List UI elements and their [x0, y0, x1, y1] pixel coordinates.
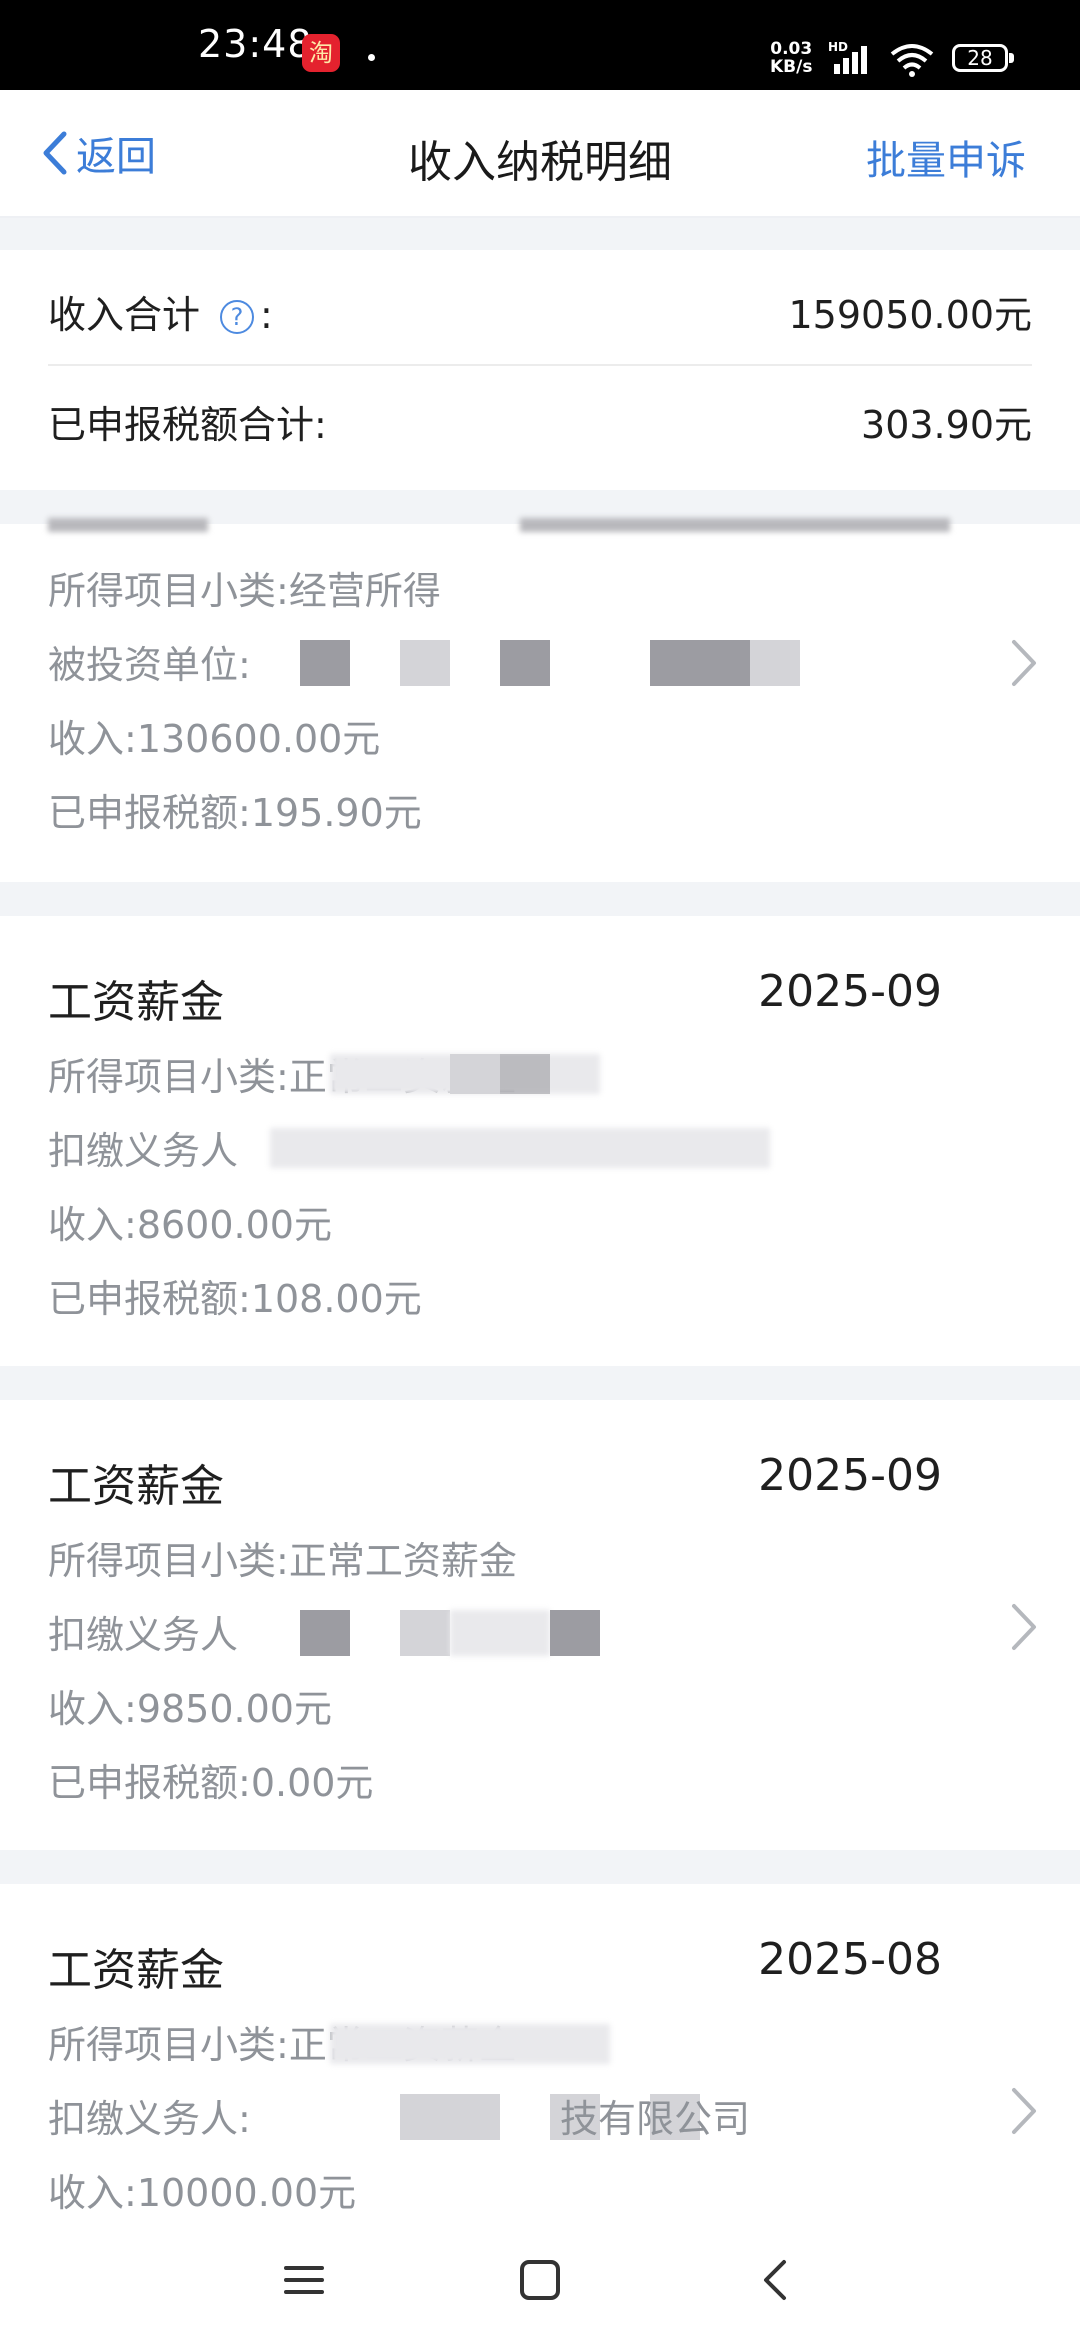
redacted-block: [330, 2024, 610, 2064]
status-bar: 23:48 淘 0.03 KB/s HD 28: [0, 0, 1080, 90]
redacted-block: [500, 1054, 550, 1094]
tax-value: 108.00元: [250, 1277, 422, 1321]
redacted-block: [450, 1054, 500, 1094]
redacted-block: [400, 1610, 450, 1656]
back-button-label: 返回: [76, 134, 156, 180]
tax-label: 已申报税额:: [48, 1277, 251, 1321]
income-record-card[interactable]: 工资薪金 2025-08 所得项目小类:正常工资薪金 扣缴义务人: 技有限公司 …: [0, 1884, 1080, 2220]
payer-line: 扣缴义务人: [48, 1604, 238, 1659]
network-speed-value: 0.03: [770, 39, 813, 59]
payer-name-partial: 技有限公司: [560, 2097, 751, 2141]
menu-icon[interactable]: [274, 2250, 334, 2310]
chevron-right-icon[interactable]: [1004, 2084, 1044, 2138]
subcategory-value: 经营所得: [288, 569, 441, 613]
payer-line: 被投资单位:: [48, 634, 251, 689]
tax-value: 0.00元: [250, 1761, 374, 1805]
notification-dot-icon: [368, 54, 375, 61]
redacted-block: [300, 1610, 350, 1656]
subcategory-line: 所得项目小类:经营所得: [48, 560, 441, 615]
subcategory-value: 正常工资薪金: [288, 1539, 517, 1583]
income-line: 收入:8600.00元: [48, 1194, 332, 1249]
income-label: 收入:: [48, 1203, 137, 1247]
wifi-icon: [890, 44, 934, 77]
income-record-card[interactable]: 所得项目小类:经营所得 被投资单位: 收入:130600.00元 已申报税额:1…: [0, 518, 1080, 882]
redacted-block: [500, 640, 550, 686]
network-speed-unit: KB/s: [770, 57, 813, 77]
clipped-text: [520, 518, 950, 532]
payer-label: 扣缴义务人: [48, 1613, 239, 1657]
batch-appeal-button[interactable]: 批量申诉: [866, 128, 1026, 186]
payer-label: 扣缴义务人:: [48, 2097, 251, 2141]
tax-line: 已申报税额:0.00元: [48, 1752, 373, 1807]
battery-icon: 28: [952, 44, 1014, 72]
tax-label: 已申报税额:: [48, 1761, 251, 1805]
payer-line: 扣缴义务人: [48, 1120, 238, 1175]
income-line: 收入:9850.00元: [48, 1678, 332, 1733]
tax-line: 已申报税额:108.00元: [48, 1268, 422, 1323]
redacted-block: [450, 1610, 550, 1656]
subcategory-label: 所得项目小类:: [48, 569, 289, 613]
record-period: 2025-09: [758, 966, 942, 1017]
section-divider: [0, 882, 1080, 916]
redacted-block: [750, 640, 800, 686]
square-home-icon[interactable]: [510, 2250, 570, 2310]
chevron-right-icon[interactable]: [1004, 636, 1044, 690]
income-label: 收入:: [48, 717, 137, 761]
record-title: 工资薪金: [48, 1461, 224, 1512]
income-value: 130600.00元: [136, 717, 381, 761]
income-value: 9850.00元: [136, 1687, 332, 1731]
section-divider: [0, 1850, 1080, 1884]
income-total-value: 159050.00元: [788, 292, 1033, 337]
tax-total-value: 303.90元: [861, 402, 1032, 447]
question-circle-icon[interactable]: ?: [220, 300, 255, 334]
taobao-app-icon: 淘: [302, 34, 340, 72]
cell-signal-icon: HD: [828, 40, 878, 74]
income-total-label: 收入合计: [48, 292, 201, 337]
redacted-block: [270, 1128, 770, 1168]
chevron-left-icon: [43, 131, 67, 175]
status-time: 23:48: [198, 22, 313, 66]
subcategory-label: 所得项目小类:: [48, 1055, 289, 1099]
tax-value: 195.90元: [250, 791, 422, 835]
income-line: 收入:130600.00元: [48, 708, 380, 763]
income-value: 8600.00元: [136, 1203, 332, 1247]
tax-label: 已申报税额:: [48, 791, 251, 835]
income-record-card[interactable]: 工资薪金 2025-09 所得项目小类:正常工资薪金 扣缴义务人 收入:9850…: [0, 1400, 1080, 1850]
payer-line: 扣缴义务人:: [48, 2088, 251, 2143]
income-record-card[interactable]: 工资薪金 2025-09 所得项目小类:正常工资薪金 扣缴义务人 收入:8600…: [0, 916, 1080, 1366]
income-label: 收入:: [48, 2171, 137, 2215]
back-button[interactable]: 返回: [40, 120, 156, 186]
clipped-text: [48, 518, 208, 532]
redacted-block: [400, 2094, 500, 2140]
record-period: 2025-08: [758, 1934, 942, 1985]
income-value: 10000.00元: [136, 2171, 357, 2215]
back-triangle-icon[interactable]: [746, 2250, 806, 2310]
income-label: 收入:: [48, 1687, 137, 1731]
record-title: 工资薪金: [48, 977, 224, 1028]
section-divider: [0, 1366, 1080, 1400]
redacted-block: [650, 640, 750, 686]
subcategory-label: 所得项目小类:: [48, 1539, 289, 1583]
nav-header: 返回 收入纳税明细 批量申诉: [0, 90, 1080, 218]
redacted-block: [400, 640, 450, 686]
income-line: 收入:10000.00元: [48, 2162, 356, 2217]
redacted-block: [300, 640, 350, 686]
subcategory-label: 所得项目小类:: [48, 2023, 289, 2067]
income-total-row: 收入合计?: 159050.00元: [48, 258, 1032, 366]
record-period: 2025-09: [758, 1450, 942, 1501]
section-divider: [0, 218, 1080, 250]
redacted-block: [550, 1610, 600, 1656]
payer-label: 扣缴义务人: [48, 1129, 239, 1173]
summary-card: 收入合计?: 159050.00元 已申报税额合计: 303.90元: [0, 250, 1080, 490]
tax-line: 已申报税额:195.90元: [48, 782, 422, 837]
system-nav-bar: [0, 2220, 1080, 2340]
chevron-right-icon[interactable]: [1004, 1600, 1044, 1654]
tax-total-row: 已申报税额合计: 303.90元: [48, 368, 1032, 474]
payer-label: 被投资单位:: [48, 643, 251, 687]
income-total-colon: :: [260, 292, 273, 337]
tax-total-label: 已申报税额合计:: [48, 402, 327, 447]
network-speed: 0.03 KB/s: [770, 40, 812, 76]
record-title: 工资薪金: [48, 1945, 224, 1996]
subcategory-line: 所得项目小类:正常工资薪金: [48, 1530, 517, 1585]
